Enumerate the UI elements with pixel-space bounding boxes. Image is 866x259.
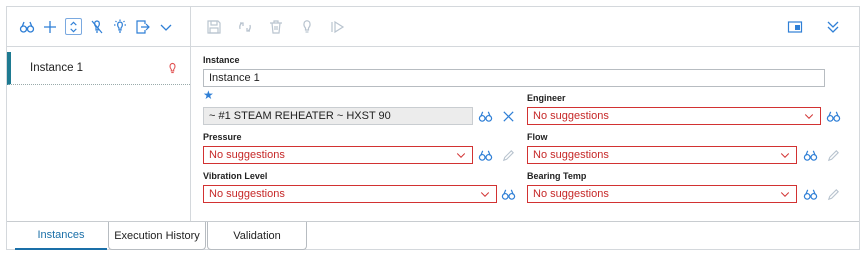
chevron-down-icon	[780, 153, 790, 158]
binoculars-icon[interactable]	[803, 148, 818, 163]
engineer-value: No suggestions	[533, 110, 609, 122]
vibration-label: Vibration Level	[203, 171, 268, 181]
clear-icon[interactable]	[501, 109, 516, 124]
run-icon[interactable]	[330, 19, 346, 35]
pressure-select[interactable]: No suggestions	[203, 146, 473, 164]
plus-icon[interactable]	[42, 19, 58, 35]
chevron-down-icon	[780, 192, 790, 197]
chevron-down-icon[interactable]	[158, 19, 174, 35]
save-icon[interactable]	[206, 19, 222, 35]
bulb-settings-icon[interactable]	[112, 19, 128, 35]
left-toolbar	[7, 7, 190, 47]
pressure-label: Pressure	[203, 132, 242, 142]
reset-icon[interactable]	[237, 19, 253, 35]
tab-instances[interactable]: Instances	[15, 222, 107, 250]
edit-icon[interactable]	[826, 187, 841, 202]
flow-select[interactable]: No suggestions	[527, 146, 797, 164]
chevron-down-icon	[456, 153, 466, 158]
instance-name: Instance 1	[30, 62, 84, 74]
form-toolbar	[191, 7, 860, 47]
bulb-icon[interactable]	[299, 19, 315, 35]
flow-label: Flow	[527, 132, 548, 142]
collapse-toggle-icon[interactable]	[65, 18, 82, 35]
pressure-value: No suggestions	[209, 149, 285, 161]
instance-list-item[interactable]: Instance 1	[7, 52, 190, 85]
double-chevron-down-icon[interactable]	[825, 19, 841, 35]
clear-filter-icon[interactable]	[89, 19, 105, 35]
panel-icon[interactable]	[787, 19, 803, 35]
instance-name-field[interactable]: Instance 1	[203, 69, 825, 87]
vibration-select[interactable]: No suggestions	[203, 185, 497, 203]
bulb-icon	[166, 62, 179, 78]
edit-icon[interactable]	[501, 148, 516, 163]
delete-icon[interactable]	[268, 19, 284, 35]
chevron-down-icon	[480, 192, 490, 197]
engineer-select[interactable]: No suggestions	[527, 107, 821, 125]
tab-execution-history[interactable]: Execution History	[108, 222, 206, 250]
bearing-label: Bearing Temp	[527, 171, 587, 181]
asset-field[interactable]: ~ #1 STEAM REHEATER ~ HXST 90	[203, 107, 473, 125]
binoculars-icon[interactable]	[501, 187, 516, 202]
binoculars-icon[interactable]	[803, 187, 818, 202]
vibration-value: No suggestions	[209, 188, 285, 200]
binoculars-icon[interactable]	[19, 19, 35, 35]
export-icon[interactable]	[135, 19, 151, 35]
bearing-select[interactable]: No suggestions	[527, 185, 797, 203]
bottom-tabs: Instances Execution History Validation	[7, 221, 859, 250]
tab-validation[interactable]: Validation	[207, 222, 307, 250]
star-icon: ★	[203, 88, 214, 102]
bearing-value: No suggestions	[533, 188, 609, 200]
binoculars-icon[interactable]	[478, 148, 493, 163]
binoculars-icon[interactable]	[478, 109, 493, 124]
edit-icon[interactable]	[826, 148, 841, 163]
app-frame: Instance 1 Instance Instance 1 ★ ~ #1 ST…	[6, 6, 860, 250]
chevron-down-icon	[804, 114, 814, 119]
flow-value: No suggestions	[533, 149, 609, 161]
instance-label: Instance	[203, 55, 240, 65]
binoculars-icon[interactable]	[826, 109, 841, 124]
engineer-label: Engineer	[527, 93, 566, 103]
